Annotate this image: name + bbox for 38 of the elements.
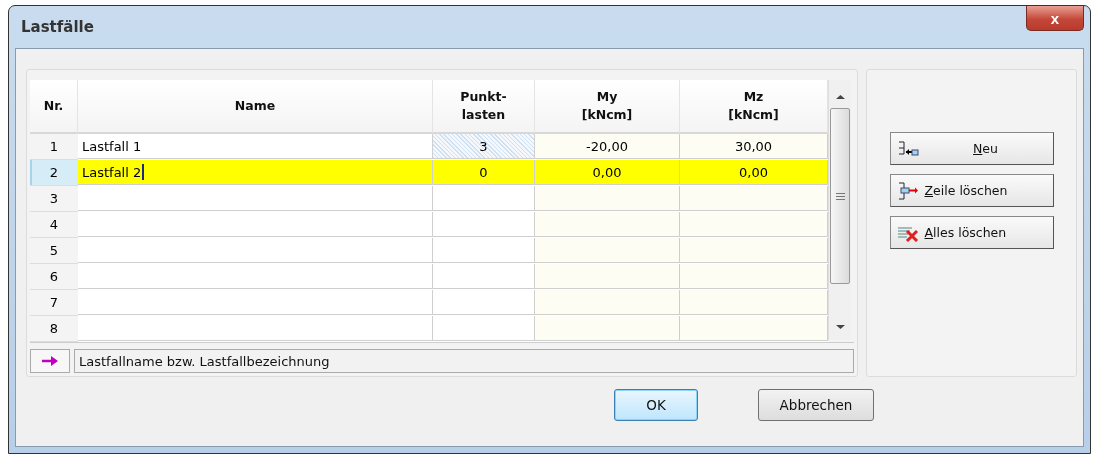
row-number[interactable]: 2 <box>30 160 78 186</box>
scroll-up-icon[interactable] <box>835 94 845 100</box>
column-header: My [kNcm] <box>535 80 680 134</box>
arrow-right-icon <box>42 356 58 366</box>
table-cell: 0,00 <box>680 160 828 185</box>
row-number[interactable]: 1 <box>30 134 78 160</box>
table-cell: 0,00 <box>535 160 680 185</box>
row-number[interactable]: 3 <box>30 186 78 212</box>
row-number[interactable]: 5 <box>30 238 78 264</box>
row-number[interactable]: 4 <box>30 212 78 238</box>
row-number[interactable]: 6 <box>30 264 78 290</box>
table-cell: -20,00 <box>535 134 680 159</box>
remove-row-icon <box>896 181 919 200</box>
column-header: Nr. <box>30 80 78 134</box>
column-header: Punkt- lasten <box>433 80 535 134</box>
scroll-down-icon[interactable] <box>835 324 845 330</box>
ok-button[interactable]: OK <box>614 389 698 421</box>
column-header: Name <box>78 80 433 134</box>
column-header: Mz [kNcm] <box>680 80 828 134</box>
new-button[interactable]: Neu <box>889 132 1054 165</box>
table-cell: 0 <box>433 160 535 185</box>
row-number[interactable]: 8 <box>30 316 78 342</box>
close-button[interactable]: x <box>1026 6 1084 31</box>
table-cell: 30,00 <box>680 134 828 159</box>
table-cell: 3 <box>433 134 535 159</box>
scroll-thumb[interactable] <box>830 108 850 284</box>
hint-text: Lastfallname bzw. Lastfallbezeichnung <box>74 349 854 373</box>
cancel-button[interactable]: Abbrechen <box>758 389 874 421</box>
vertical-scrollbar[interactable] <box>828 80 851 340</box>
delete-row-button[interactable]: Zeile löschen <box>889 174 1054 207</box>
text-caret <box>142 164 145 180</box>
grip-icon <box>835 192 845 200</box>
delete-all-button[interactable]: Alles löschen <box>889 216 1054 249</box>
window-title: Lastfälle <box>21 18 94 36</box>
insert-row-icon <box>896 139 919 158</box>
name-input-field[interactable]: Lastfall 2 <box>78 160 433 185</box>
row-number[interactable]: 7 <box>30 290 78 316</box>
table-cell: Lastfall 1 <box>78 134 433 159</box>
